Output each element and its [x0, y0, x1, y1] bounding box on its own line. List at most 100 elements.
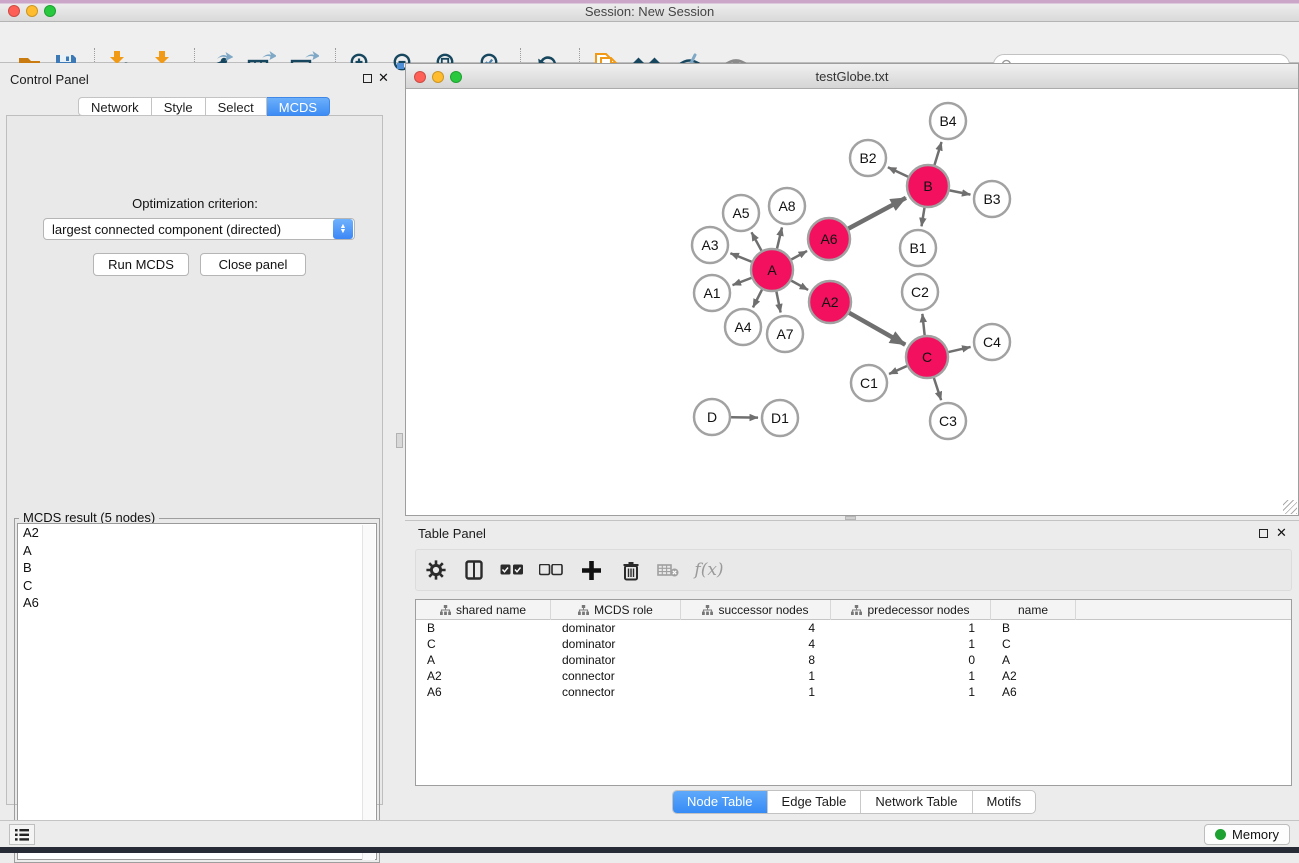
show-columns-button[interactable] — [456, 552, 492, 588]
edge-A-A5[interactable] — [752, 232, 762, 250]
node-A8[interactable]: A8 — [769, 188, 805, 224]
split-columns-icon — [465, 560, 483, 580]
show-panel-menu-button[interactable] — [9, 824, 35, 845]
column-header-name[interactable]: name — [991, 600, 1076, 620]
table-row[interactable]: A2connector11A2 — [416, 668, 1291, 684]
edge-A-A1[interactable] — [733, 278, 752, 285]
node-B4[interactable]: B4 — [930, 103, 966, 139]
node-A5[interactable]: A5 — [723, 195, 759, 231]
cell-predecessor-nodes: 0 — [831, 652, 991, 668]
edge-A-A4[interactable] — [753, 290, 762, 308]
criterion-select[interactable]: largest connected component (directed) ▲… — [43, 218, 355, 240]
select-all-rows-button[interactable] — [492, 552, 532, 588]
resize-grip-icon[interactable] — [1283, 500, 1297, 514]
delete-column-button[interactable] — [612, 552, 650, 588]
column-header-shared-name[interactable]: shared name — [416, 600, 551, 620]
table-settings-button[interactable] — [416, 552, 456, 588]
node-B2[interactable]: B2 — [850, 140, 886, 176]
float-table-panel-icon[interactable] — [1259, 529, 1268, 538]
edge-C-C4[interactable] — [948, 347, 970, 352]
node-C2[interactable]: C2 — [902, 274, 938, 310]
tab-network[interactable]: Network — [78, 97, 152, 116]
memory-button[interactable]: Memory — [1204, 824, 1290, 845]
node-B3[interactable]: B3 — [974, 181, 1010, 217]
tab-node-table[interactable]: Node Table — [673, 791, 768, 813]
list-item[interactable]: A — [18, 542, 376, 560]
deselect-all-rows-button[interactable] — [532, 552, 570, 588]
tab-style[interactable]: Style — [152, 97, 206, 116]
table-row[interactable]: A6connector11A6 — [416, 684, 1291, 700]
table-row[interactable]: Bdominator41B — [416, 620, 1291, 636]
network-canvas[interactable]: A A6 A2 B C A1 A3 A4 A5 A7 A8 B1 B2 B3 B4 C1 C2 C3 C4 D D1 — [406, 89, 1298, 515]
edge-B-B2[interactable] — [888, 167, 908, 176]
column-header-successor-nodes[interactable]: successor nodes — [681, 600, 831, 620]
close-panel-icon[interactable]: ✕ — [378, 71, 389, 84]
edge-C-C2[interactable] — [922, 314, 924, 335]
list-item[interactable]: B — [18, 559, 376, 577]
node-A1[interactable]: A1 — [694, 275, 730, 311]
edge-A2-C[interactable] — [849, 313, 905, 345]
main-toolbar — [0, 22, 1299, 63]
tab-edge-table[interactable]: Edge Table — [768, 791, 862, 813]
node-C4[interactable]: C4 — [974, 324, 1010, 360]
list-scrollbar[interactable] — [362, 525, 375, 860]
node-C1[interactable]: C1 — [851, 365, 887, 401]
edge-A-A3[interactable] — [730, 253, 751, 262]
column-header-mcds-role[interactable]: MCDS role — [551, 600, 681, 620]
mcds-result-list[interactable]: A2ABCA6 — [17, 523, 377, 860]
node-A7[interactable]: A7 — [767, 316, 803, 352]
node-D1[interactable]: D1 — [762, 400, 798, 436]
node-C3[interactable]: C3 — [930, 403, 966, 439]
node-D[interactable]: D — [694, 399, 730, 435]
node-label: C3 — [939, 413, 957, 429]
node-A3[interactable]: A3 — [692, 227, 728, 263]
close-table-panel-icon[interactable]: ✕ — [1276, 526, 1287, 539]
node-B1[interactable]: B1 — [900, 230, 936, 266]
node-label: B3 — [983, 191, 1000, 207]
edge-A-A2[interactable] — [791, 281, 808, 290]
node-label: C1 — [860, 375, 878, 391]
splitpane-expand-button[interactable] — [397, 63, 404, 69]
delete-table-button[interactable] — [650, 552, 686, 588]
list-item[interactable]: A2 — [18, 524, 376, 542]
edge-A6-B[interactable] — [848, 198, 906, 229]
node-A4[interactable]: A4 — [725, 309, 761, 345]
node-B[interactable]: B — [907, 165, 949, 207]
list-item[interactable]: A6 — [18, 594, 376, 612]
edge-A-A6[interactable] — [791, 251, 807, 260]
list-item[interactable]: C — [18, 577, 376, 595]
function-builder-button[interactable]: f(x) — [686, 552, 732, 588]
tab-select[interactable]: Select — [206, 97, 267, 116]
add-column-button[interactable] — [570, 552, 612, 588]
node-A[interactable]: A — [751, 249, 793, 291]
edge-C-C3[interactable] — [934, 378, 941, 400]
close-panel-button[interactable]: Close panel — [200, 253, 306, 276]
edge-C-C1[interactable] — [889, 366, 907, 374]
cell-mcds-role: dominator — [551, 636, 681, 652]
tab-mcds[interactable]: MCDS — [267, 97, 330, 116]
node-label: B2 — [859, 150, 876, 166]
edge-B-B4[interactable] — [934, 142, 941, 165]
column-header-predecessor-nodes[interactable]: predecessor nodes — [831, 600, 991, 620]
optimization-criterion-label: Optimization criterion: — [0, 196, 390, 211]
edge-A-A7[interactable] — [776, 292, 780, 313]
tab-network-table[interactable]: Network Table — [861, 791, 972, 813]
splitpane-grip[interactable] — [396, 433, 403, 448]
edge-B-B3[interactable] — [950, 190, 971, 194]
float-panel-icon[interactable] — [363, 74, 372, 83]
cell-name: B — [991, 620, 1076, 636]
table-row[interactable]: Adominator80A — [416, 652, 1291, 668]
node-label: A — [767, 262, 777, 278]
tab-motifs[interactable]: Motifs — [973, 791, 1036, 813]
table-row[interactable]: Cdominator41C — [416, 636, 1291, 652]
tree-column-icon — [440, 605, 451, 615]
cell-shared-name: B — [416, 620, 551, 636]
cell-successor-nodes: 8 — [681, 652, 831, 668]
run-mcds-button[interactable]: Run MCDS — [93, 253, 189, 276]
node-C[interactable]: C — [906, 336, 948, 378]
node-A2[interactable]: A2 — [809, 281, 851, 323]
edge-A-A8[interactable] — [777, 227, 782, 248]
edge-B-B1[interactable] — [922, 208, 925, 227]
node-A6[interactable]: A6 — [808, 218, 850, 260]
cell-shared-name: A — [416, 652, 551, 668]
